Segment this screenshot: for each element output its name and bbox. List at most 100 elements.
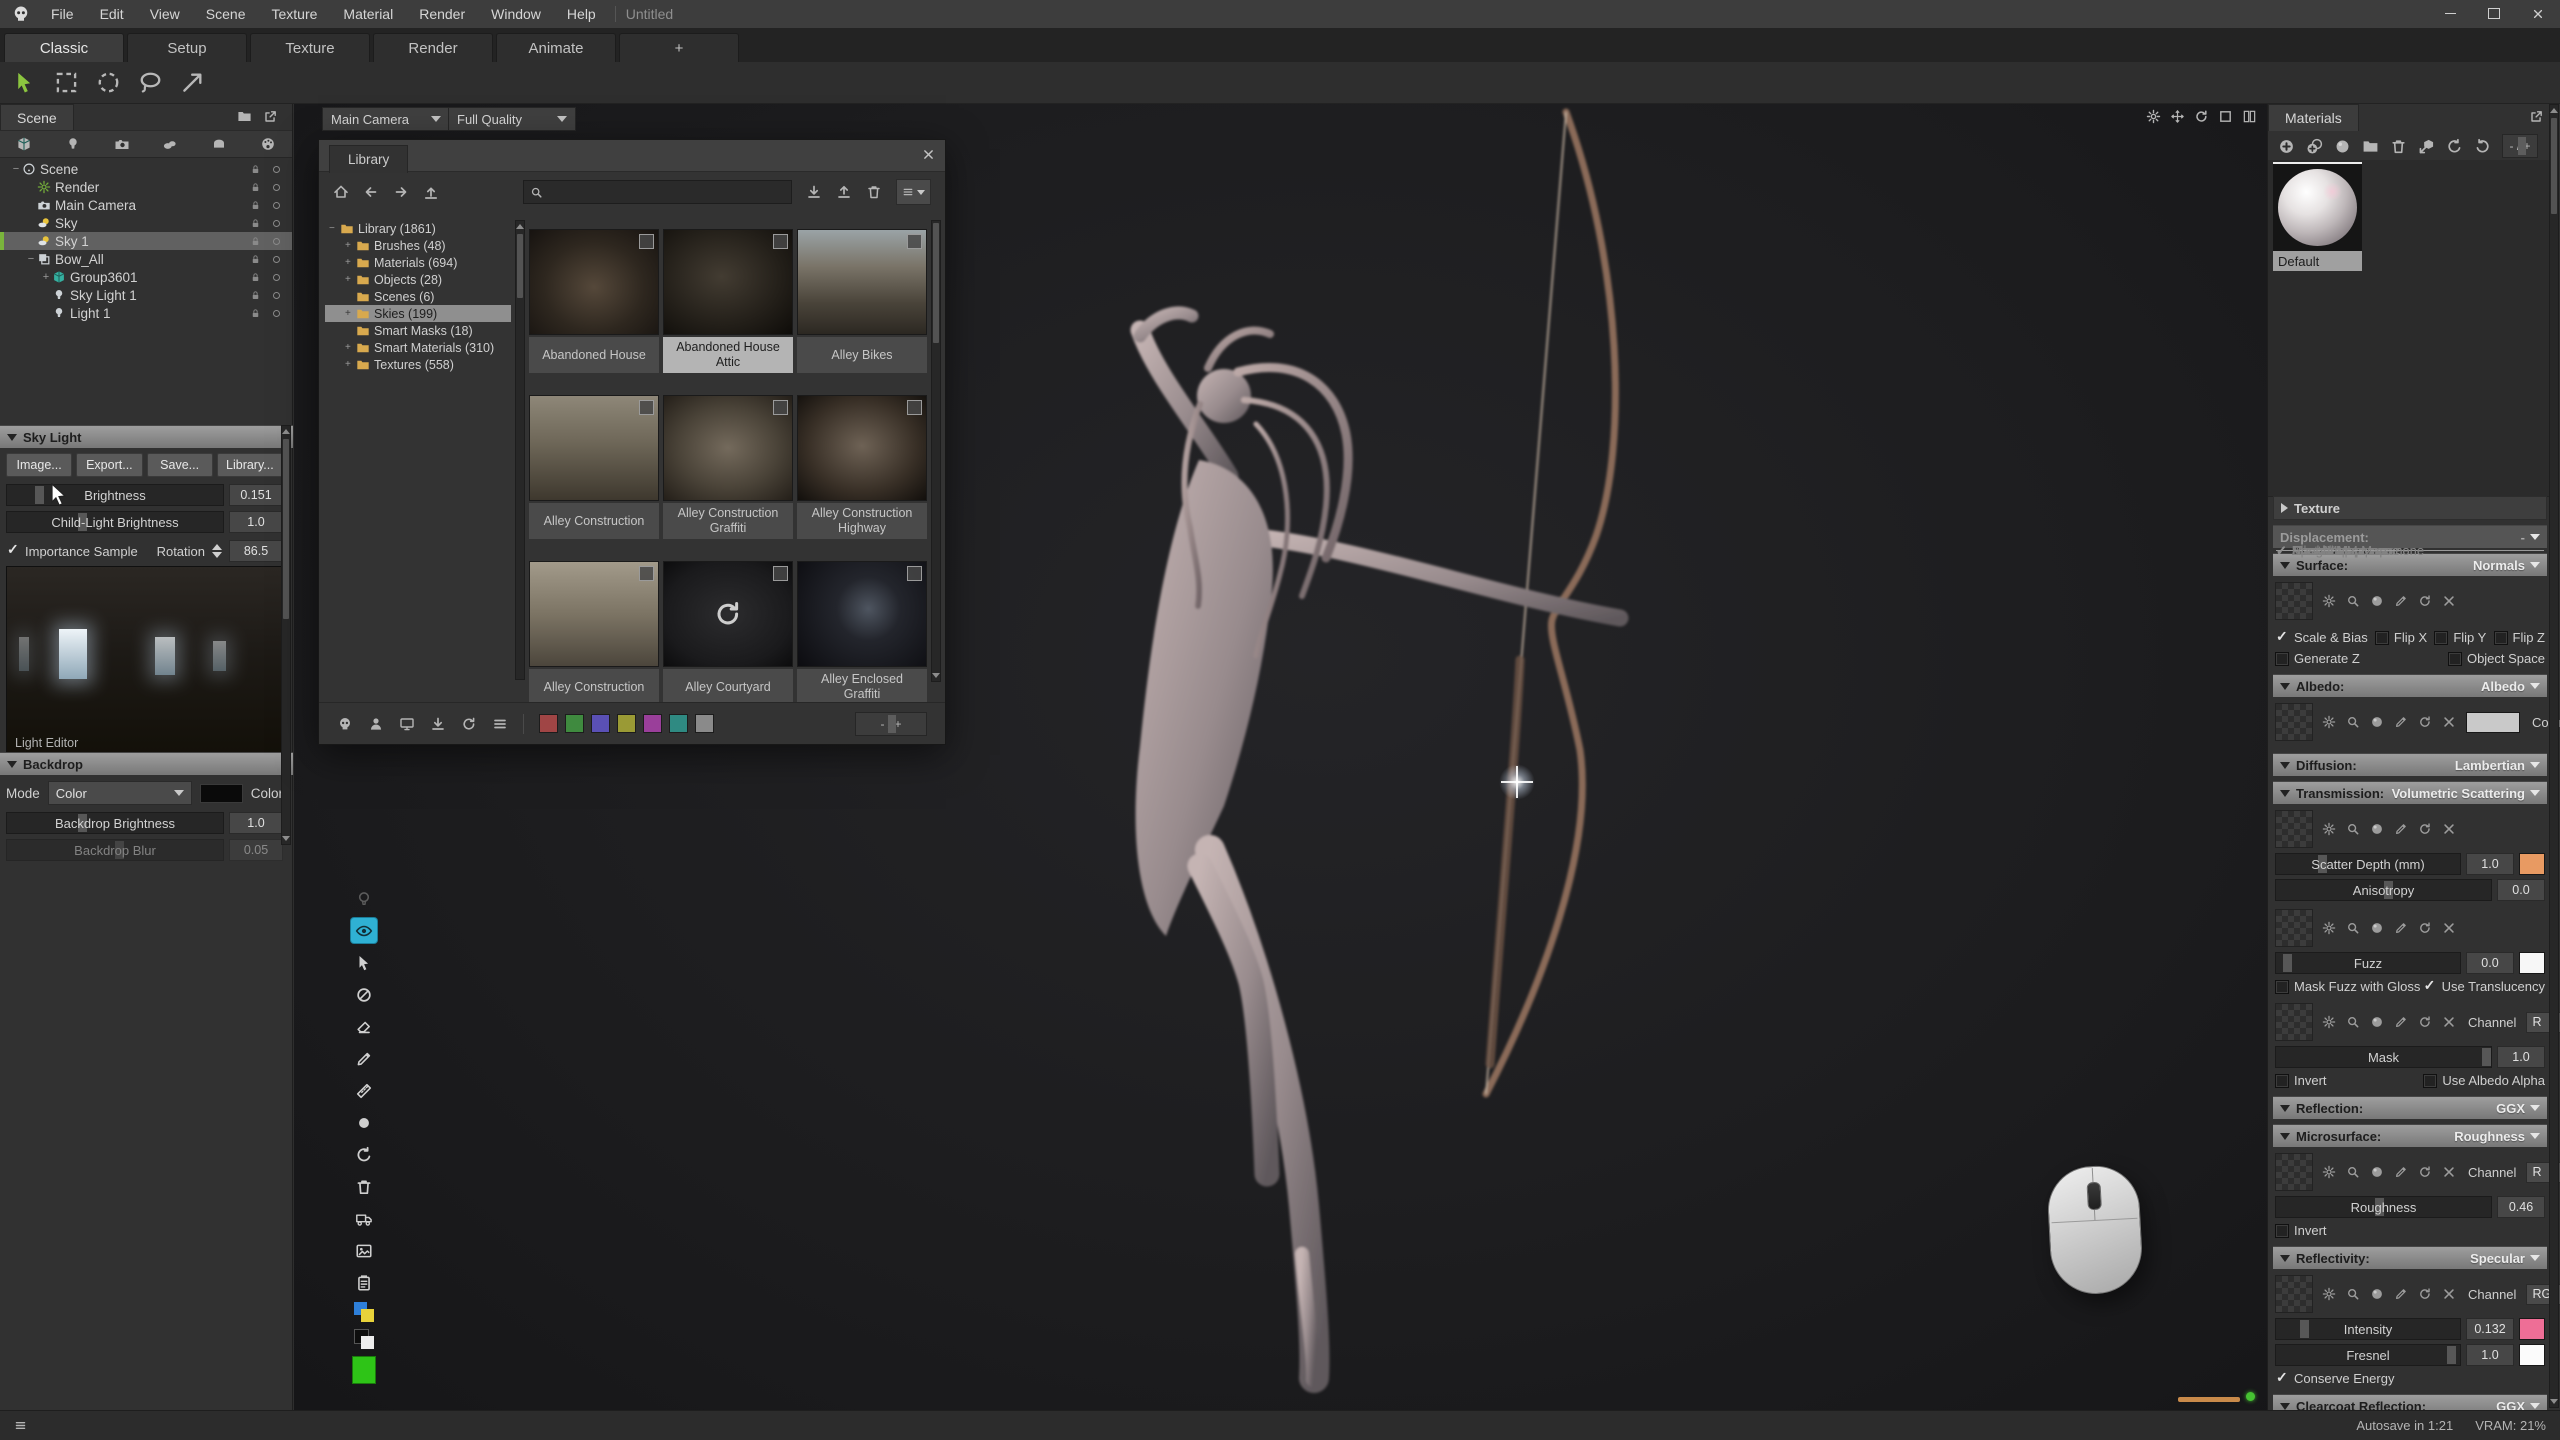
backdrop-blur-value[interactable]: 0.05 — [229, 839, 283, 861]
library-titlebar[interactable]: Library — [319, 140, 945, 172]
item-checkbox[interactable] — [639, 234, 654, 249]
library-folder-row[interactable]: − Library (1861) — [325, 220, 511, 237]
scatter-depth-slider[interactable]: Scatter Depth (mm) — [2275, 853, 2461, 875]
menu-item[interactable]: Texture — [258, 0, 330, 28]
filter-meshes-icon[interactable] — [211, 136, 227, 152]
item-checkbox[interactable] — [773, 234, 788, 249]
render-settings-icon[interactable] — [2146, 109, 2161, 124]
backdrop-color-swatch[interactable] — [200, 784, 243, 803]
image-tool-icon[interactable] — [351, 1238, 377, 1263]
lock-icon[interactable] — [250, 254, 261, 265]
backdrop-blur-slider[interactable]: Backdrop Blur — [6, 839, 224, 861]
roughness-map-thumbnail[interactable] — [2275, 1153, 2313, 1191]
library-item[interactable]: Alley Construction Highway — [797, 395, 927, 539]
lock-icon[interactable] — [250, 290, 261, 301]
map-clear-icon[interactable] — [2442, 1287, 2456, 1301]
use-translucency-checkbox[interactable]: Use Translucency — [2423, 979, 2545, 994]
detach-panel-icon[interactable] — [263, 109, 278, 124]
scatter-depth-value[interactable]: 1.0 — [2466, 853, 2514, 875]
map-paint-icon[interactable] — [2370, 822, 2384, 836]
scene-tree-row[interactable]: Sky — [0, 214, 292, 232]
surface-mode-dropdown[interactable]: Normals — [2473, 558, 2540, 573]
backdrop-header[interactable]: Backdrop — [0, 752, 293, 775]
scene-tree-row[interactable]: − Bow_All — [0, 250, 292, 268]
map-reload-icon[interactable] — [2418, 1015, 2432, 1029]
item-checkbox[interactable] — [907, 566, 922, 581]
sky-light-button[interactable]: Save... — [147, 453, 213, 477]
sky-light-button[interactable]: Library... — [217, 453, 283, 477]
black-white-swatch[interactable] — [354, 1329, 374, 1349]
map-paint-icon[interactable] — [2370, 1287, 2384, 1301]
map-paint-icon[interactable] — [2370, 715, 2384, 729]
transmission-section-header[interactable]: Transmission:Volumetric Scattering — [2273, 781, 2547, 804]
albedo-section-header[interactable]: Albedo:Albedo — [2273, 674, 2547, 697]
view-options-button[interactable] — [896, 179, 931, 205]
filter-materials-icon[interactable] — [260, 136, 276, 152]
map-edit-icon[interactable] — [2394, 594, 2408, 608]
tag-color-swatch[interactable] — [643, 714, 662, 733]
map-edit-icon[interactable] — [2394, 1287, 2408, 1301]
library-item-thumbnail[interactable] — [797, 561, 927, 667]
map-reload-icon[interactable] — [2418, 822, 2432, 836]
library-folder-row[interactable]: + Smart Materials (310) — [325, 339, 511, 356]
library-item[interactable]: Abandoned House Attic — [663, 229, 793, 373]
map-edit-icon[interactable] — [2394, 715, 2408, 729]
map-search-icon[interactable] — [2346, 1015, 2360, 1029]
close-button[interactable] — [2516, 0, 2560, 27]
folder-expander[interactable]: + — [345, 359, 356, 370]
sky-light-button[interactable]: Export... — [76, 453, 142, 477]
scene-tree-row[interactable]: Main Camera — [0, 196, 292, 214]
thumbnail-size-slider[interactable]: - / + — [855, 712, 927, 736]
assign-material-icon[interactable] — [2418, 138, 2435, 155]
delete-icon[interactable] — [866, 184, 882, 200]
specular-color-swatch[interactable] — [2519, 1318, 2545, 1340]
specular-map-thumbnail[interactable] — [2275, 1275, 2313, 1313]
normal-map-thumbnail[interactable] — [2275, 582, 2313, 620]
menu-item[interactable]: Render — [406, 0, 478, 28]
library-folder-row[interactable]: + Skies (199) — [325, 305, 511, 322]
scene-tree-row[interactable]: + Group3601 — [0, 268, 292, 286]
reset-view-icon[interactable] — [2194, 109, 2209, 124]
measure-tool-icon[interactable] — [351, 1078, 377, 1103]
map-settings-icon[interactable] — [2322, 594, 2336, 608]
tree-expander[interactable]: + — [40, 271, 52, 283]
workspace-tab[interactable]: Render — [373, 33, 493, 62]
map-settings-icon[interactable] — [2322, 1287, 2336, 1301]
tag-color-swatch[interactable] — [591, 714, 610, 733]
clear-mask-icon[interactable] — [351, 982, 377, 1007]
camera-dropdown[interactable]: Main Camera — [322, 107, 450, 131]
flip-x-checkbox[interactable]: Flip X — [2375, 630, 2427, 645]
filter-cameras-icon[interactable] — [114, 136, 130, 152]
reflectivity-section-header[interactable]: Reflectivity:Specular — [2273, 1246, 2547, 1269]
fuzz-map-thumbnail[interactable] — [2275, 909, 2313, 947]
library-grid-scrollbar[interactable] — [931, 220, 941, 682]
map-settings-icon[interactable] — [2322, 715, 2336, 729]
intensity-value[interactable]: 0.132 — [2466, 1318, 2514, 1340]
mask-map-thumbnail[interactable] — [2275, 1003, 2313, 1041]
mask-value[interactable]: 1.0 — [2497, 1046, 2545, 1068]
workspace-tab[interactable]: Texture — [250, 33, 370, 62]
library-item-label[interactable]: Abandoned House Attic — [663, 337, 793, 373]
anisotropy-slider[interactable]: Anisotropy — [2275, 879, 2492, 901]
minimize-button[interactable] — [2428, 0, 2472, 27]
materials-panel-tab[interactable]: Materials — [2268, 104, 2359, 131]
library-item-thumbnail[interactable] — [529, 561, 659, 667]
lock-icon[interactable] — [250, 236, 261, 247]
visibility-icon[interactable] — [271, 254, 282, 265]
downloads-filter-icon[interactable] — [430, 716, 446, 732]
item-checkbox[interactable] — [773, 400, 788, 415]
map-edit-icon[interactable] — [2394, 822, 2408, 836]
brightness-slider[interactable]: Brightness — [6, 484, 224, 506]
visibility-icon[interactable] — [271, 164, 282, 175]
library-folder-row[interactable]: + Materials (694) — [325, 254, 511, 271]
foreground-background-swatch[interactable] — [354, 1302, 374, 1322]
visibility-icon[interactable] — [271, 218, 282, 229]
transport-icon[interactable] — [351, 1206, 377, 1231]
invert-checkbox[interactable]: Invert — [2275, 1073, 2327, 1088]
albedo-mode-dropdown[interactable]: Albedo — [2481, 679, 2540, 694]
library-item-thumbnail[interactable] — [797, 395, 927, 501]
select-tool-icon[interactable] — [351, 950, 377, 975]
fresnel-color-swatch[interactable] — [2519, 1344, 2545, 1366]
visibility-icon[interactable] — [271, 200, 282, 211]
lock-icon[interactable] — [250, 272, 261, 283]
